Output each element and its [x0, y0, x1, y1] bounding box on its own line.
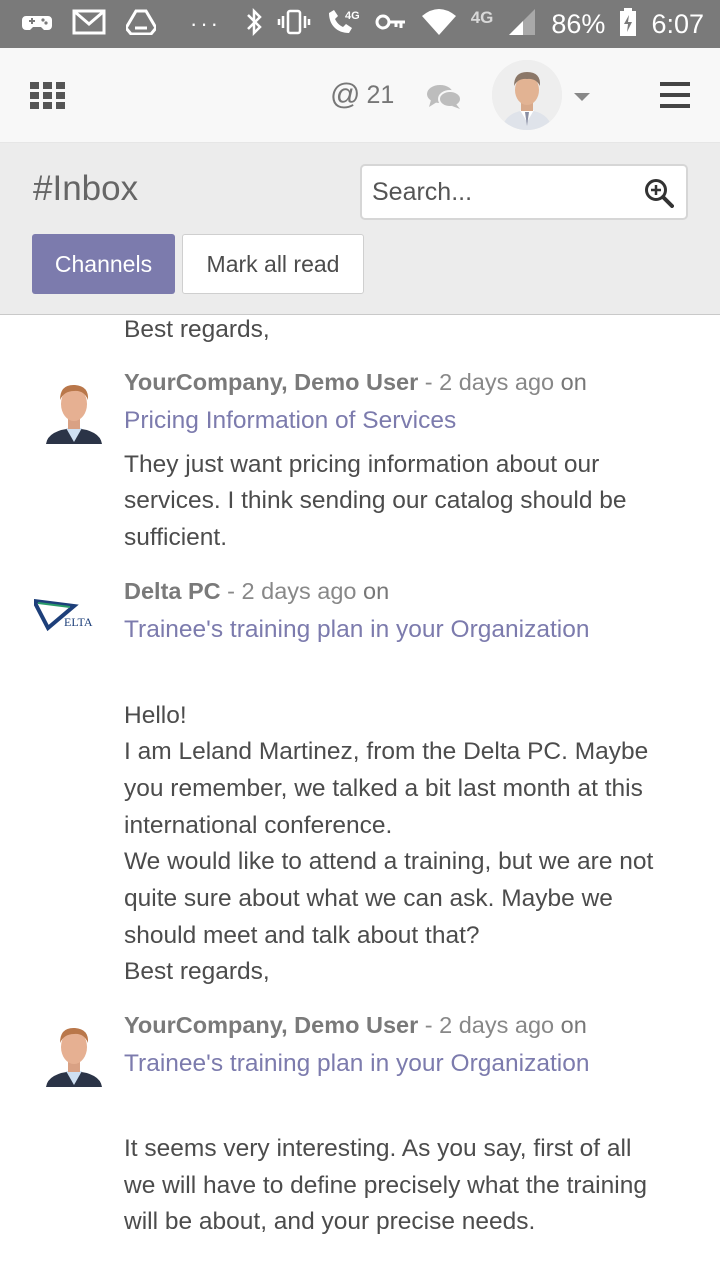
battery-percent: 86%: [551, 8, 606, 39]
message-body-line: Best regards,: [124, 316, 270, 343]
message-body-line: you remember, we talked a bit last month…: [124, 775, 643, 802]
chat-bubbles-icon[interactable]: [426, 84, 462, 110]
message-body-line: We would like to attend a training, but …: [124, 848, 654, 875]
message-body-line: sufficient.: [124, 524, 228, 551]
message-author[interactable]: YourCompany, Demo User: [124, 1012, 418, 1038]
network-type-label: 4G: [470, 8, 494, 27]
author-avatar[interactable]: [44, 374, 104, 444]
search-icon[interactable]: [644, 178, 674, 208]
message-body-line: we will have to define precisely what th…: [124, 1172, 647, 1199]
record-link[interactable]: Trainee's training plan in your Organiza…: [124, 612, 589, 648]
vpn-key-icon: [375, 12, 407, 37]
drive-icon: [124, 9, 158, 40]
status-bar: ··· 4G 4G 86% 6:07: [0, 0, 720, 48]
author-avatar[interactable]: [44, 1017, 104, 1087]
mark-all-read-button[interactable]: Mark all read: [182, 234, 364, 294]
message-body-line: I am Leland Martinez, from the Delta PC.…: [124, 738, 649, 765]
bluetooth-icon: [245, 7, 263, 42]
page-title: #Inbox: [33, 169, 139, 208]
meta-separator: -: [227, 578, 235, 604]
message-meta: YourCompany, Demo User - 2 days ago on: [124, 1007, 587, 1043]
meta-separator: -: [424, 1012, 433, 1038]
hamburger-menu-icon[interactable]: [660, 82, 690, 108]
game-controller-icon: [22, 10, 52, 39]
message-date: 2 days ago: [439, 369, 555, 395]
svg-text:4G: 4G: [345, 10, 360, 22]
volte-call-icon: 4G: [325, 7, 361, 42]
message-body-line: Best regards,: [124, 958, 270, 985]
clock: 6:07: [651, 8, 704, 39]
mention-count: 21: [366, 80, 395, 109]
message-thread: Best regards, YourCompany, Demo User - 2…: [0, 316, 720, 1280]
control-panel: #Inbox Channels Mark all read: [0, 143, 720, 315]
record-link[interactable]: Trainee's training plan in your Organiza…: [124, 1046, 589, 1082]
message-body-line: will be about, and your precise needs.: [124, 1208, 536, 1235]
at-sign-icon: @: [330, 78, 361, 111]
gmail-icon: [72, 8, 106, 41]
delta-logo[interactable]: ELTA: [34, 598, 100, 632]
message-body-line: services. I think sending our catalog sh…: [124, 487, 627, 514]
svg-text:ELTA: ELTA: [64, 615, 93, 629]
message-body-line: quite sure about what we can ask. Maybe …: [124, 885, 613, 912]
message-author[interactable]: Delta PC: [124, 578, 221, 604]
user-avatar[interactable]: [492, 60, 562, 130]
battery-charging-icon: [619, 7, 637, 42]
meta-on: on: [363, 578, 390, 604]
top-navbar: @ 21: [0, 48, 720, 143]
signal-icon: [507, 8, 537, 41]
chevron-down-icon[interactable]: [574, 93, 590, 101]
mentions-counter[interactable]: @ 21: [330, 78, 394, 112]
message-date: 2 days ago: [241, 578, 357, 604]
apps-grid-icon[interactable]: [30, 82, 66, 110]
message-body-line: should meet and talk about that?: [124, 922, 480, 949]
channels-button[interactable]: Channels: [32, 234, 175, 294]
record-link[interactable]: Pricing Information of Services: [124, 403, 456, 439]
meta-on: on: [560, 369, 587, 395]
message-body-line: Hello!: [124, 702, 187, 729]
vibrate-icon: [277, 7, 311, 42]
message-body-line: They just want pricing information about…: [124, 451, 600, 478]
message-meta: YourCompany, Demo User - 2 days ago on: [124, 364, 587, 400]
meta-on: on: [560, 1012, 587, 1038]
search-box[interactable]: [360, 164, 688, 220]
meta-separator: -: [424, 369, 433, 395]
search-input[interactable]: [372, 174, 642, 210]
message-date: 2 days ago: [439, 1012, 555, 1038]
message-body-line: It seems very interesting. As you say, f…: [124, 1135, 632, 1162]
message-meta: Delta PC - 2 days ago on: [124, 573, 389, 609]
message-author[interactable]: YourCompany, Demo User: [124, 369, 418, 395]
message-body-line: international conference.: [124, 812, 393, 839]
more-notifications-icon: ···: [190, 11, 221, 36]
wifi-icon: [421, 8, 457, 41]
